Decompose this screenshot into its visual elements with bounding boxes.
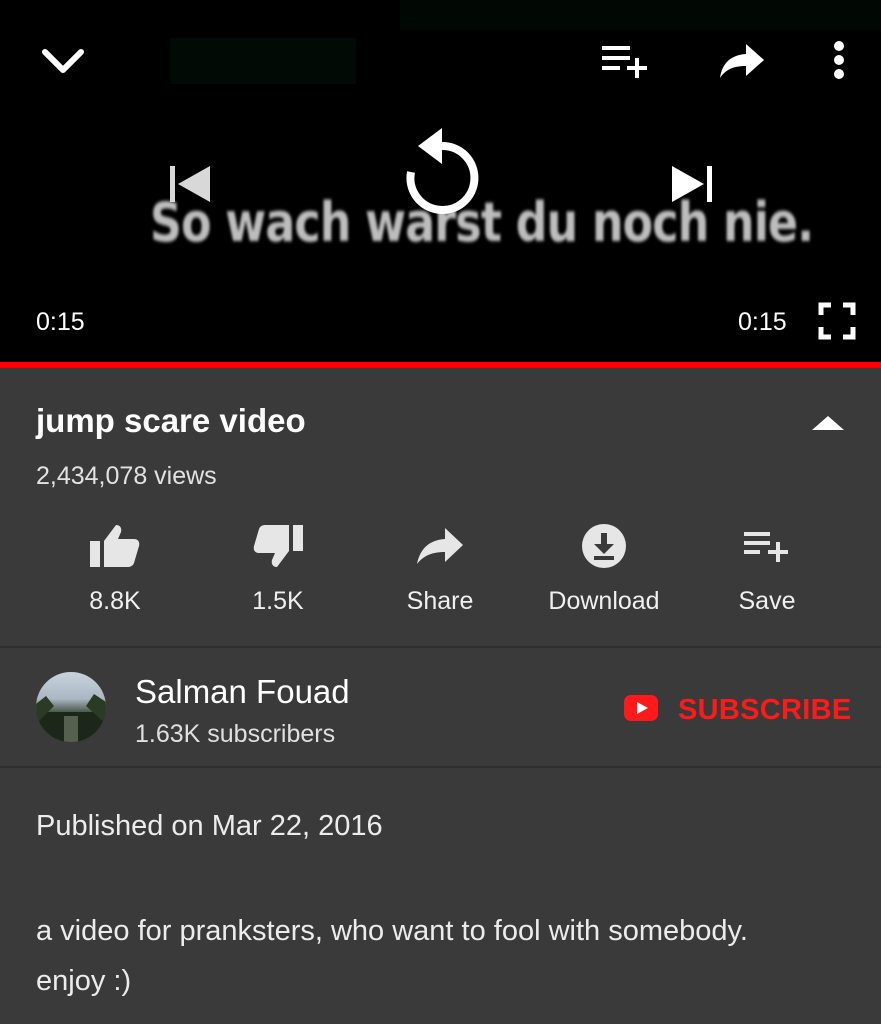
channel-name[interactable]: Salman Fouad [135, 672, 350, 712]
share-label: Share [406, 587, 474, 615]
playlist-add-icon [737, 520, 797, 572]
channel-avatar[interactable] [36, 672, 106, 742]
elapsed-time: 0:15 [36, 308, 85, 336]
download-button[interactable]: Download [529, 520, 679, 620]
previous-video-icon[interactable] [168, 162, 214, 206]
share-icon[interactable] [718, 42, 766, 80]
video-duration: 0:15 [738, 308, 787, 336]
like-count: 8.8K [89, 587, 141, 615]
more-options-icon[interactable] [828, 40, 850, 82]
video-player[interactable]: So wach warst du noch nie. 0:15 0:15 [0, 0, 881, 362]
save-label: Save [738, 587, 796, 615]
like-button[interactable]: 8.8K [40, 520, 190, 620]
view-count: 2,434,078 views [36, 462, 217, 490]
share-icon [410, 520, 470, 572]
share-button[interactable]: Share [365, 520, 515, 620]
subscribe-button[interactable]: SUBSCRIBE [624, 690, 852, 730]
save-button[interactable]: Save [692, 520, 842, 620]
add-to-queue-icon[interactable] [600, 42, 652, 82]
dislike-count: 1.5K [252, 587, 304, 615]
youtube-logo-icon [624, 694, 658, 726]
publish-date: Published on Mar 22, 2016 [36, 810, 383, 842]
subscriber-count: 1.63K subscribers [135, 720, 336, 748]
video-frame-region [170, 38, 356, 84]
fullscreen-icon[interactable] [818, 302, 856, 340]
divider [0, 766, 881, 768]
collapse-description-icon[interactable] [808, 408, 848, 438]
divider [0, 646, 881, 648]
subscribe-label: SUBSCRIBE [678, 693, 852, 726]
description-line: a video for pranksters, who want to fool… [36, 915, 748, 947]
video-title: jump scare video [36, 402, 306, 439]
next-video-icon[interactable] [670, 162, 716, 206]
thumbs-up-icon [85, 520, 145, 572]
replay-icon[interactable] [396, 126, 488, 234]
video-description: a video for pranksters, who want to fool… [36, 906, 856, 1006]
download-icon [574, 520, 634, 572]
description-line: enjoy :) [36, 965, 132, 997]
dislike-button[interactable]: 1.5K [203, 520, 353, 620]
video-frame-region [400, 0, 881, 30]
thumbs-down-icon [248, 520, 308, 572]
collapse-player-icon[interactable] [40, 44, 86, 78]
download-label: Download [548, 587, 660, 615]
progress-bar[interactable] [0, 362, 881, 368]
action-bar: 8.8K 1.5K Share Download Save [0, 520, 881, 620]
